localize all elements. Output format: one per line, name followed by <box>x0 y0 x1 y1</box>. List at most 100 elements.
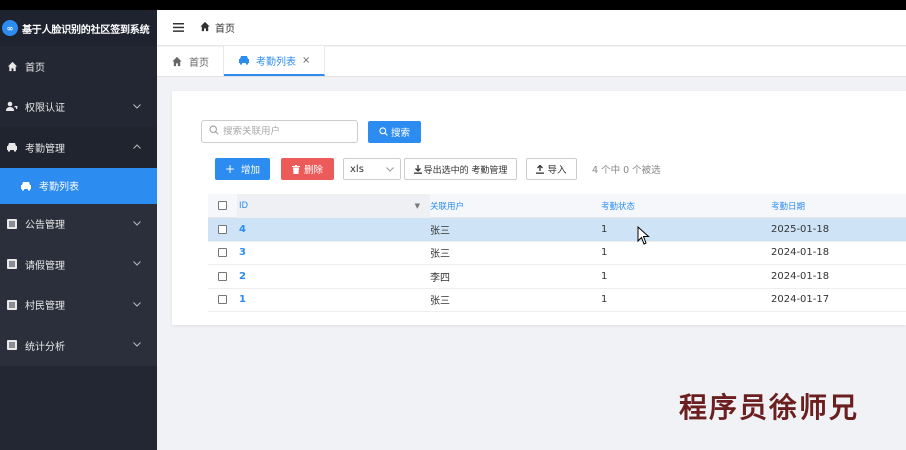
row-checkbox[interactable] <box>218 248 227 258</box>
export-selected-button[interactable]: 导出选中的 考勤管理 <box>404 158 517 180</box>
car-icon <box>20 181 32 191</box>
sidebar-item-label: 公告管理 <box>25 220 65 232</box>
sidebar-item-home[interactable]: 首页 <box>0 46 157 87</box>
top-header: 首页 <box>157 10 906 46</box>
user-cell: 张三 <box>430 225 450 237</box>
user-cell: 张三 <box>430 296 450 308</box>
column-header-status[interactable]: 考勤状态 <box>601 200 771 212</box>
id-cell: 4 <box>237 224 430 235</box>
list-icon <box>6 339 18 351</box>
attendance-table: ID ▼ 关联用户 考勤状态 考勤日期 4 张三 1 2025-01-18 3 … <box>208 193 906 312</box>
sidebar-item-label: 权限认证 <box>25 103 65 115</box>
top-band <box>0 0 906 10</box>
chevron-down-icon <box>386 164 394 175</box>
id-link[interactable]: 3 <box>239 247 246 258</box>
sidebar-item-announcements[interactable]: 公告管理 <box>0 203 157 244</box>
status-cell: 1 <box>601 223 608 235</box>
close-icon[interactable]: × <box>302 55 310 66</box>
car-icon <box>238 55 250 65</box>
sidebar-item-villagers[interactable]: 村民管理 <box>0 284 157 325</box>
search-input[interactable] <box>223 126 348 137</box>
row-checkbox[interactable] <box>218 271 227 281</box>
status-cell: 1 <box>601 294 608 306</box>
chevron-down-icon <box>133 102 141 112</box>
list-icon <box>6 258 18 270</box>
column-header-id[interactable]: ID ▼ <box>237 193 430 218</box>
breadcrumb-label: 首页 <box>215 24 235 35</box>
sidebar-item-leave[interactable]: 请假管理 <box>0 244 157 285</box>
date-cell: 2024-01-18 <box>771 270 830 282</box>
row-select-cell <box>208 271 237 281</box>
column-header-date[interactable]: 考勤日期 <box>771 200 906 212</box>
row-select-cell <box>208 248 237 258</box>
content-card: 搜索 + 增加 删除 xls 导出选中的 考勤管理 <box>172 91 906 325</box>
toolbar: + 增加 删除 xls 导出选中的 考勤管理 导入 4 个中 0 个被选 <box>215 158 661 180</box>
brand[interactable]: ∞ 基于人脸识别的社区签到系统 <box>0 10 157 46</box>
sidebar-item-label: 考勤管理 <box>25 143 65 155</box>
id-link[interactable]: 2 <box>239 271 246 282</box>
status-cell: 1 <box>601 247 608 259</box>
page-tabs: 首页 考勤列表 × <box>157 46 906 77</box>
breadcrumb[interactable]: 首页 <box>199 20 235 35</box>
sidebar-item-auth[interactable]: 权限认证 <box>0 87 157 128</box>
id-cell: 3 <box>237 247 430 258</box>
user-key-icon <box>6 101 18 113</box>
sidebar-menu: 首页 权限认证 考勤管理 考勤列表 公告管理 请假管理 村民管理 统计分析 <box>0 46 157 366</box>
search-box[interactable] <box>201 120 358 143</box>
sidebar-item-statistics[interactable]: 统计分析 <box>0 325 157 366</box>
row-select-cell <box>208 224 237 234</box>
table-row[interactable]: 2 李四 1 2024-01-18 <box>208 265 906 289</box>
home-icon <box>171 56 183 67</box>
home-icon <box>6 60 18 72</box>
import-button[interactable]: 导入 <box>526 158 577 180</box>
id-link[interactable]: 1 <box>239 294 246 305</box>
chevron-down-icon <box>133 300 141 310</box>
trash-icon <box>291 164 300 174</box>
car-icon <box>6 141 18 153</box>
export-format-select[interactable]: xls <box>343 158 401 180</box>
list-icon <box>6 218 18 230</box>
sidebar-item-label: 村民管理 <box>25 301 65 313</box>
tab-label: 首页 <box>189 57 209 69</box>
sidebar-subitem-attendance-list[interactable]: 考勤列表 <box>0 167 157 204</box>
row-checkbox[interactable] <box>218 295 227 305</box>
table-row[interactable]: 1 张三 1 2024-01-17 <box>208 289 906 312</box>
column-header-label: 关联用户 <box>430 201 465 212</box>
delete-button-label: 删除 <box>303 165 323 176</box>
delete-button[interactable]: 删除 <box>281 158 334 180</box>
plus-icon: + <box>224 162 236 176</box>
column-header-label: 考勤状态 <box>601 201 636 212</box>
hamburger-icon[interactable] <box>173 21 185 35</box>
download-icon <box>413 164 422 174</box>
logo-icon: ∞ <box>2 20 18 36</box>
row-checkbox[interactable] <box>218 224 227 234</box>
tab-label: 考勤列表 <box>256 56 296 68</box>
search-button-label: 搜索 <box>390 127 410 139</box>
sidebar-subitem-label: 考勤列表 <box>39 182 79 193</box>
select-all-checkbox[interactable] <box>218 201 227 210</box>
mouse-cursor-icon <box>637 225 651 249</box>
table-row[interactable]: 3 张三 1 2024-01-18 <box>208 242 906 265</box>
id-link[interactable]: 4 <box>239 224 246 235</box>
sort-desc-icon: ▼ <box>414 201 420 210</box>
row-select-cell <box>208 295 237 305</box>
sidebar: ∞ 基于人脸识别的社区签到系统 首页 权限认证 考勤管理 考勤列表 公告管理 请… <box>0 10 157 450</box>
search-button[interactable]: 搜索 <box>368 120 421 143</box>
chevron-down-icon <box>133 340 141 350</box>
id-cell: 1 <box>237 294 430 305</box>
sidebar-item-attendance[interactable]: 考勤管理 <box>0 127 157 168</box>
chevron-down-icon <box>133 219 141 229</box>
table-row[interactable]: 4 张三 1 2025-01-18 <box>208 218 906 242</box>
tab-attendance-list[interactable]: 考勤列表 × <box>224 46 326 76</box>
tab-home[interactable]: 首页 <box>157 46 224 76</box>
selection-count: 4 个中 0 个被选 <box>592 165 661 176</box>
search-icon <box>379 127 388 136</box>
column-header-label: 考勤日期 <box>771 201 806 212</box>
chevron-up-icon <box>133 142 141 152</box>
table-header: ID ▼ 关联用户 考勤状态 考勤日期 <box>208 193 906 218</box>
column-header-user[interactable]: 关联用户 <box>430 200 601 212</box>
add-button[interactable]: + 增加 <box>215 158 270 180</box>
export-button-label: 导出选中的 考勤管理 <box>423 165 508 176</box>
sidebar-item-label: 请假管理 <box>25 260 65 272</box>
export-format-value: xls <box>350 163 364 175</box>
